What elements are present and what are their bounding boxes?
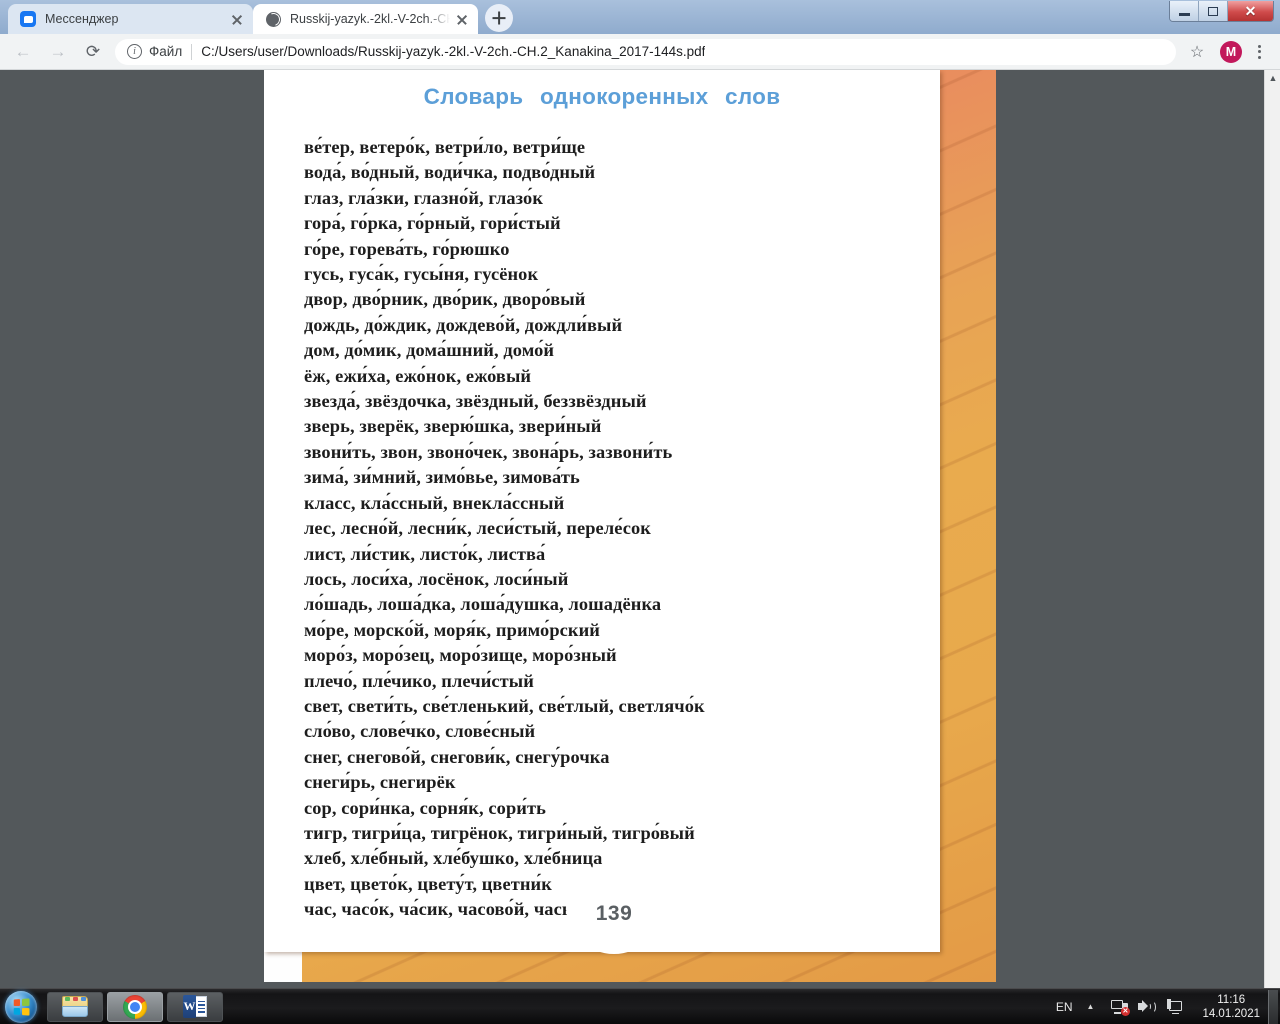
browser-toolbar: ← → ⟳ i Файл C:/Users/user/Downloads/Rus… xyxy=(0,34,1280,70)
tab-close-icon[interactable] xyxy=(454,11,470,27)
word-line: лист, ли́стик, листо́к, листва́ xyxy=(304,543,546,564)
close-button[interactable]: ✕ xyxy=(1228,1,1273,21)
word-line: ве́тер, ветеро́к, ветри́ло, ветри́ще xyxy=(304,137,586,157)
pdf-page: Словарь однокоренных слов ве́тер, ветеро… xyxy=(264,70,996,982)
word-line: дождь, до́ждик, дождево́й, дождли́вый xyxy=(304,314,623,335)
minimize-button[interactable] xyxy=(1170,1,1199,21)
system-tray: EN ▲ ✕ 11:16 14.01.2021 xyxy=(1056,989,1280,1024)
word-line: моро́з, моро́зец, моро́зище, моро́зный xyxy=(304,645,617,666)
word-line: свет, свети́ть, све́тленький, све́тлый, … xyxy=(304,695,705,716)
word-line: сло́во, слове́чко, слове́сный xyxy=(304,721,536,742)
word-line: снег, снегово́й, снегови́к, снегу́рочка xyxy=(304,746,610,767)
word-line: плечо́, пле́чико, плечи́стый xyxy=(304,670,534,691)
show-hidden-icons-chevron-icon[interactable]: ▲ xyxy=(1087,1002,1095,1011)
address-bar[interactable]: i Файл C:/Users/user/Downloads/Russkij-y… xyxy=(115,38,1176,65)
vertical-scrollbar[interactable]: ▲ xyxy=(1264,70,1280,988)
network-icon[interactable]: ✕ xyxy=(1108,996,1130,1018)
word-line: лось, лоси́ха, лосёнок, лоси́ный xyxy=(304,568,569,589)
word-line: мо́ре, морско́й, моря́к, примо́рский xyxy=(304,619,601,640)
page-title-word-3: слов xyxy=(725,84,781,109)
word-line: дом, до́мик, дома́шний, домо́й xyxy=(304,340,555,361)
back-button[interactable]: ← xyxy=(10,39,36,65)
word-line: зверь, зверёк, зверю́шка, звери́ный xyxy=(304,416,602,437)
taskbar-item-file-explorer[interactable] xyxy=(47,991,103,1022)
word-line: гусь, гуса́к, гусы́ня, гусёнок xyxy=(304,264,539,285)
chrome-icon xyxy=(123,994,147,1019)
word-list: ве́тер, ветеро́к, ветри́ло, ветри́ще вод… xyxy=(304,135,924,923)
window-controls: ✕ xyxy=(1169,1,1274,22)
volume-icon[interactable] xyxy=(1136,996,1158,1018)
word-line: хлеб, хле́бный, хле́бушко, хле́бница xyxy=(304,848,603,869)
word-line: сор, сори́нка, сорня́к, сори́ть xyxy=(304,797,546,818)
show-desktop-button[interactable] xyxy=(1268,989,1278,1024)
pdf-viewer: Словарь однокоренных слов ве́тер, ветеро… xyxy=(0,70,1280,988)
page-number-notch: 139 xyxy=(566,896,662,954)
globe-icon xyxy=(265,11,281,27)
word-line: звезда́, звёздочка, звёздный, беззвёздны… xyxy=(304,391,647,412)
tab-strip: Мессенджер Russkij-yazyk.-2kl.-V-2ch.-CH… xyxy=(0,0,1280,34)
forward-button[interactable]: → xyxy=(45,39,71,65)
word-line: цвет, цвето́к, цвету́т, цветни́к xyxy=(304,873,552,894)
messenger-icon xyxy=(20,11,36,27)
scroll-up-arrow-icon[interactable]: ▲ xyxy=(1265,70,1280,86)
screen: Мессенджер Russkij-yazyk.-2kl.-V-2ch.-CH… xyxy=(0,0,1280,1024)
url-text: C:/Users/user/Downloads/Russkij-yazyk.-2… xyxy=(201,44,706,59)
word-line: звони́ть, звон, звоно́чек, звона́рь, заз… xyxy=(304,441,673,462)
word-line: снеги́рь, снегирёк xyxy=(304,772,456,793)
kebab-menu-icon[interactable] xyxy=(1248,39,1270,65)
tab-title: Мессенджер xyxy=(45,12,119,26)
browser-tab-pdf[interactable]: Russkij-yazyk.-2kl.-V-2ch.-CH.2_K xyxy=(253,4,478,34)
word-line: класс, кла́ссный, внекла́ссный xyxy=(304,492,565,513)
word-line: лес, лесно́й, лесни́к, леси́стый, переле… xyxy=(304,518,651,539)
page-content-panel: Словарь однокоренных слов ве́тер, ветеро… xyxy=(264,70,940,954)
word-line: зима́, зи́мний, зимо́вье, зимова́ть xyxy=(304,467,580,488)
word-line: гора́, го́рка, го́рный, гори́стый xyxy=(304,213,561,234)
folder-icon xyxy=(62,996,88,1017)
scheme-label: Файл xyxy=(149,44,183,59)
tab-title: Russkij-yazyk.-2kl.-V-2ch.-CH.2_K xyxy=(290,12,450,26)
site-info-icon[interactable]: i xyxy=(127,44,142,59)
windows-taskbar: W EN ▲ ✕ 11:16 14.01.2021 xyxy=(0,988,1280,1024)
page-title: Словарь однокоренных слов xyxy=(264,84,940,110)
taskbar-item-microsoft-word[interactable]: W xyxy=(167,991,223,1022)
action-center-icon[interactable] xyxy=(1164,996,1186,1018)
tab-close-icon[interactable] xyxy=(229,11,245,27)
page-title-word-1: Словарь xyxy=(423,84,524,109)
word-line: вода́, во́дный, води́чка, подво́дный xyxy=(304,162,596,183)
page-number: 139 xyxy=(595,902,633,925)
word-line: тигр, тигри́ца, тигрёнок, тигри́ный, тиг… xyxy=(304,822,695,843)
word-line: глаз, гла́зки, глазно́й, глазо́к xyxy=(304,187,544,208)
reload-button[interactable]: ⟳ xyxy=(80,39,106,65)
close-icon: ✕ xyxy=(1244,3,1257,19)
word-line: ёж, ежи́ха, ежо́нок, ежо́вый xyxy=(304,365,532,386)
clock[interactable]: 11:16 14.01.2021 xyxy=(1202,993,1260,1021)
network-error-badge: ✕ xyxy=(1120,1006,1130,1016)
clock-date: 14.01.2021 xyxy=(1202,1007,1260,1020)
windows-logo-icon xyxy=(13,997,30,1016)
language-indicator[interactable]: EN xyxy=(1056,1000,1073,1014)
browser-tab-messenger[interactable]: Мессенджер xyxy=(8,4,253,34)
bookmark-star-icon[interactable]: ☆ xyxy=(1184,42,1210,62)
omnibox-divider xyxy=(191,43,193,60)
page-title-word-2: однокоренных xyxy=(539,84,709,109)
start-button[interactable] xyxy=(5,990,37,1023)
new-tab-button[interactable] xyxy=(485,4,513,32)
chrome-browser-window: Мессенджер Russkij-yazyk.-2kl.-V-2ch.-CH… xyxy=(0,0,1280,988)
word-icon: W xyxy=(183,995,207,1018)
maximize-button[interactable] xyxy=(1199,1,1228,21)
avatar[interactable]: M xyxy=(1220,40,1242,63)
taskbar-item-google-chrome[interactable] xyxy=(107,991,163,1022)
word-line: го́ре, горева́ть, го́рюшко xyxy=(304,238,510,259)
clock-time: 11:16 xyxy=(1217,993,1246,1006)
word-line: двор, дво́рник, дво́рик, дворо́вый xyxy=(304,289,586,310)
word-line: ло́шадь, лоша́дка, лоша́душка, лошадёнка xyxy=(304,594,662,615)
